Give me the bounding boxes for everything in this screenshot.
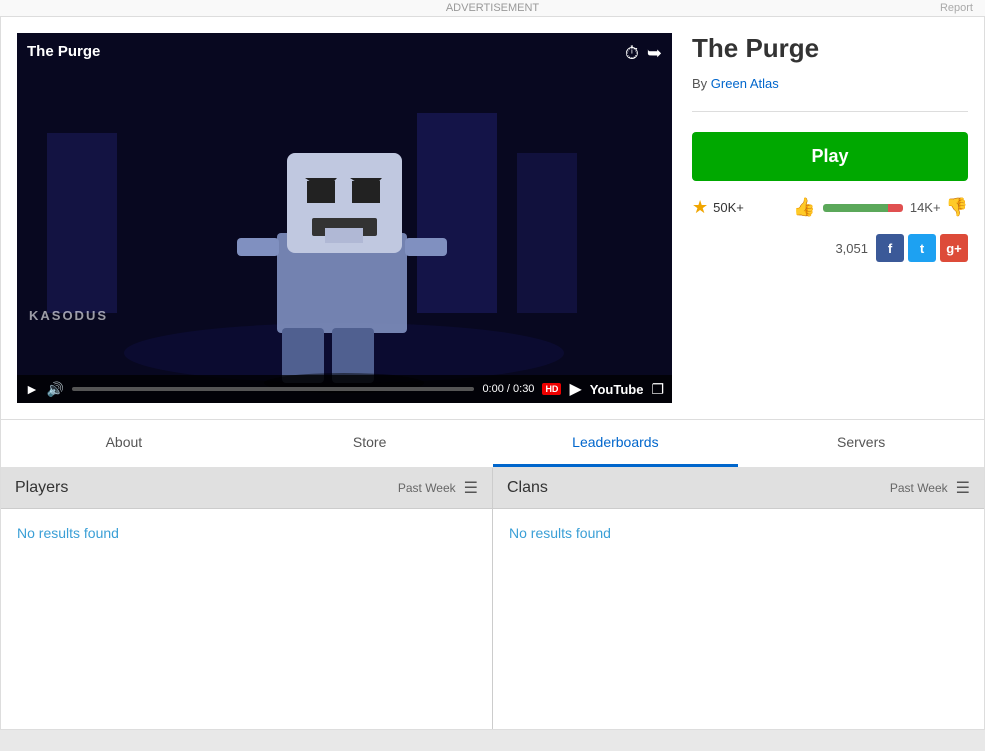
video-title-overlay: The Purge	[27, 43, 100, 60]
clans-title: Clans	[507, 479, 548, 497]
players-header-right: Past Week ☰	[398, 478, 478, 498]
hd-badge: HD	[542, 383, 561, 395]
stats-row: ★ 50K+ 👍 14K+ 👎	[692, 197, 968, 218]
video-title-text: The Purge	[27, 43, 100, 60]
facebook-button[interactable]: f	[876, 234, 904, 262]
video-watermark: KASODUS	[29, 308, 108, 323]
players-filter-icon[interactable]: ☰	[464, 478, 478, 498]
game-card: KASODUS The Purge ⏱ ➥ ► 🔊 0:00 / 0:30 HD	[0, 16, 985, 420]
video-controls: ► 🔊 0:00 / 0:30 HD ▶ YouTube ❐	[17, 375, 672, 403]
votes-stat: 👍 14K+ 👎	[793, 197, 968, 218]
game-title: The Purge	[692, 33, 968, 64]
game-author: By Green Atlas	[692, 76, 968, 91]
author-link[interactable]: Green Atlas	[711, 76, 779, 91]
players-title: Players	[15, 479, 68, 497]
thumbdown-icon[interactable]: 👎	[946, 197, 968, 218]
tabs-bar: About Store Leaderboards Servers	[1, 420, 984, 468]
players-no-results: No results found	[17, 525, 119, 541]
time-display: 0:00 / 0:30	[482, 383, 534, 395]
youtube-icon: ▶	[569, 379, 581, 399]
players-header: Players Past Week ☰	[1, 468, 492, 509]
tab-store[interactable]: Store	[247, 420, 493, 467]
players-panel: Players Past Week ☰ No results found	[1, 468, 493, 729]
tabs-section: About Store Leaderboards Servers Players…	[0, 420, 985, 730]
favorites-stat: ★ 50K+	[692, 197, 744, 218]
play-pause-button[interactable]: ►	[25, 381, 39, 397]
leaderboard-content: Players Past Week ☰ No results found Cla…	[1, 468, 984, 729]
advertisement-label: ADVERTISEMENT	[446, 2, 539, 14]
clans-filter-icon[interactable]: ☰	[956, 478, 970, 498]
progress-bar[interactable]	[72, 387, 474, 391]
players-time-filter: Past Week	[398, 481, 456, 495]
clans-no-results: No results found	[509, 525, 611, 541]
clans-header-right: Past Week ☰	[890, 478, 970, 498]
share-icon[interactable]: ➥	[647, 43, 662, 64]
video-section: KASODUS The Purge ⏱ ➥ ► 🔊 0:00 / 0:30 HD	[17, 33, 672, 403]
volume-button[interactable]: 🔊	[47, 381, 64, 398]
thumbup-icon[interactable]: 👍	[793, 197, 815, 218]
play-button[interactable]: Play	[692, 132, 968, 181]
vote-bar-red	[888, 204, 902, 212]
video-wrapper: KASODUS The Purge ⏱ ➥ ► 🔊 0:00 / 0:30 HD	[17, 33, 672, 403]
divider-1	[692, 111, 968, 112]
vote-bar	[823, 204, 903, 212]
fullscreen-button[interactable]: ❐	[651, 381, 664, 398]
tab-servers[interactable]: Servers	[738, 420, 984, 467]
clans-header: Clans Past Week ☰	[493, 468, 984, 509]
advertisement-bar: ADVERTISEMENT Report	[0, 0, 985, 16]
clans-time-filter: Past Week	[890, 481, 948, 495]
googleplus-button[interactable]: g+	[940, 234, 968, 262]
twitter-button[interactable]: t	[908, 234, 936, 262]
youtube-label: YouTube	[590, 382, 644, 397]
votes-up-count: 14K+	[910, 200, 941, 215]
players-body: No results found	[1, 509, 492, 729]
video-art: KASODUS	[17, 33, 672, 403]
author-prefix: By	[692, 76, 707, 91]
game-info: The Purge By Green Atlas Play ★ 50K+ 👍 1…	[692, 33, 968, 403]
video-top-icons: ⏱ ➥	[625, 43, 662, 64]
tab-about[interactable]: About	[1, 420, 247, 467]
report-link[interactable]: Report	[940, 2, 973, 14]
clans-body: No results found	[493, 509, 984, 729]
video-background-svg	[17, 33, 672, 403]
clock-icon[interactable]: ⏱	[625, 43, 639, 64]
social-icons: f t g+	[876, 234, 968, 262]
star-icon: ★	[692, 197, 708, 218]
clans-panel: Clans Past Week ☰ No results found	[493, 468, 984, 729]
vote-bar-green	[823, 204, 889, 212]
favorites-count: 50K+	[713, 200, 744, 215]
tab-leaderboards[interactable]: Leaderboards	[493, 420, 739, 467]
votes-down-count: 3,051	[835, 241, 868, 256]
